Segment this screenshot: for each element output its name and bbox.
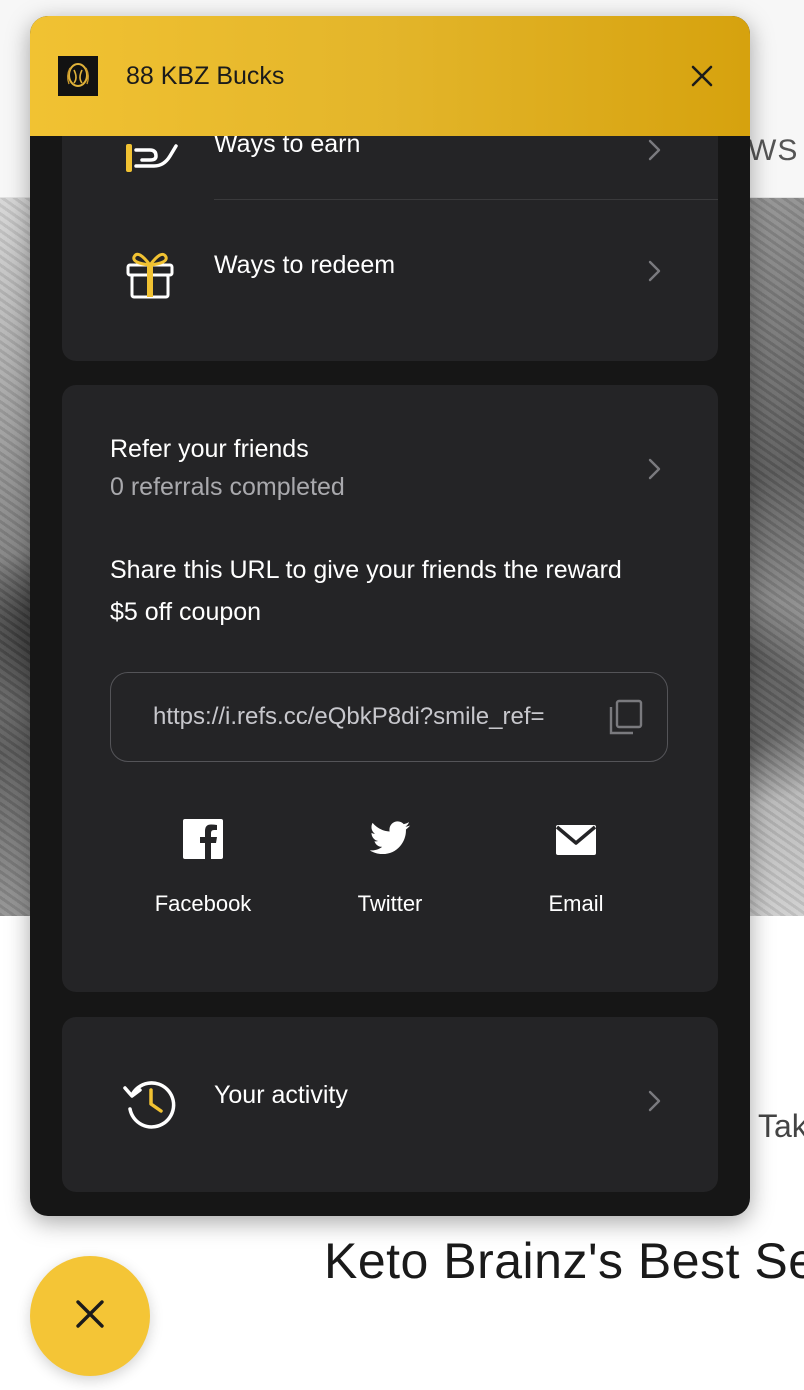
gift-icon: [120, 243, 180, 303]
chevron-right-icon: [642, 1089, 666, 1113]
chevron-right-icon: [642, 259, 666, 283]
rewards-panel: Ways to earn Ways to redeem Refer your f…: [30, 16, 750, 1216]
share-email-label: Email: [548, 891, 604, 916]
facebook-icon: [181, 817, 225, 861]
chevron-right-icon: [642, 138, 666, 162]
referral-share-description: Share this URL to give your friends the …: [110, 556, 622, 626]
share-twitter-button[interactable]: Twitter: [315, 817, 465, 927]
share-facebook-button[interactable]: Facebook: [128, 817, 278, 927]
ways-to-redeem-row[interactable]: Ways to redeem: [62, 209, 718, 339]
twitter-icon: [368, 817, 412, 861]
copy-icon[interactable]: [605, 697, 645, 737]
your-activity-row[interactable]: Your activity: [62, 1039, 718, 1169]
referral-title[interactable]: Refer your friends: [110, 435, 309, 464]
share-facebook-label: Facebook: [154, 891, 252, 916]
panel-header: 88 KBZ Bucks: [30, 16, 750, 136]
referral-url-field[interactable]: https://i.refs.cc/eQbkP8di?smile_ref=: [110, 672, 668, 762]
share-email-button[interactable]: Email: [501, 817, 651, 927]
points-balance-title: 88 KBZ Bucks: [126, 62, 285, 90]
side-text-fragment: Tak: [758, 1108, 804, 1144]
ways-to-redeem-label: Ways to redeem: [214, 251, 396, 279]
close-icon[interactable]: [682, 56, 722, 96]
referral-card: Refer your friends 0 referrals completed…: [62, 385, 718, 992]
your-activity-label: Your activity: [214, 1081, 348, 1109]
close-icon: [74, 1298, 106, 1335]
share-twitter-label: Twitter: [357, 891, 423, 916]
menu-divider: [214, 199, 718, 200]
rewards-panel-body: Ways to earn Ways to redeem Refer your f…: [30, 16, 750, 1216]
chevron-right-icon[interactable]: [642, 457, 666, 481]
best-sellers-heading: Keto Brainz's Best Se: [324, 1233, 804, 1289]
kbz-logo-icon: [58, 56, 98, 96]
email-icon: [554, 817, 598, 861]
history-clock-icon: [120, 1073, 180, 1133]
activity-card: Your activity: [62, 1017, 718, 1192]
referral-url-text[interactable]: https://i.refs.cc/eQbkP8di?smile_ref=: [153, 703, 579, 731]
referral-count: 0 referrals completed: [110, 473, 345, 501]
site-nav-fragment[interactable]: WS: [748, 134, 798, 168]
rewards-launcher-button[interactable]: [30, 1256, 150, 1376]
